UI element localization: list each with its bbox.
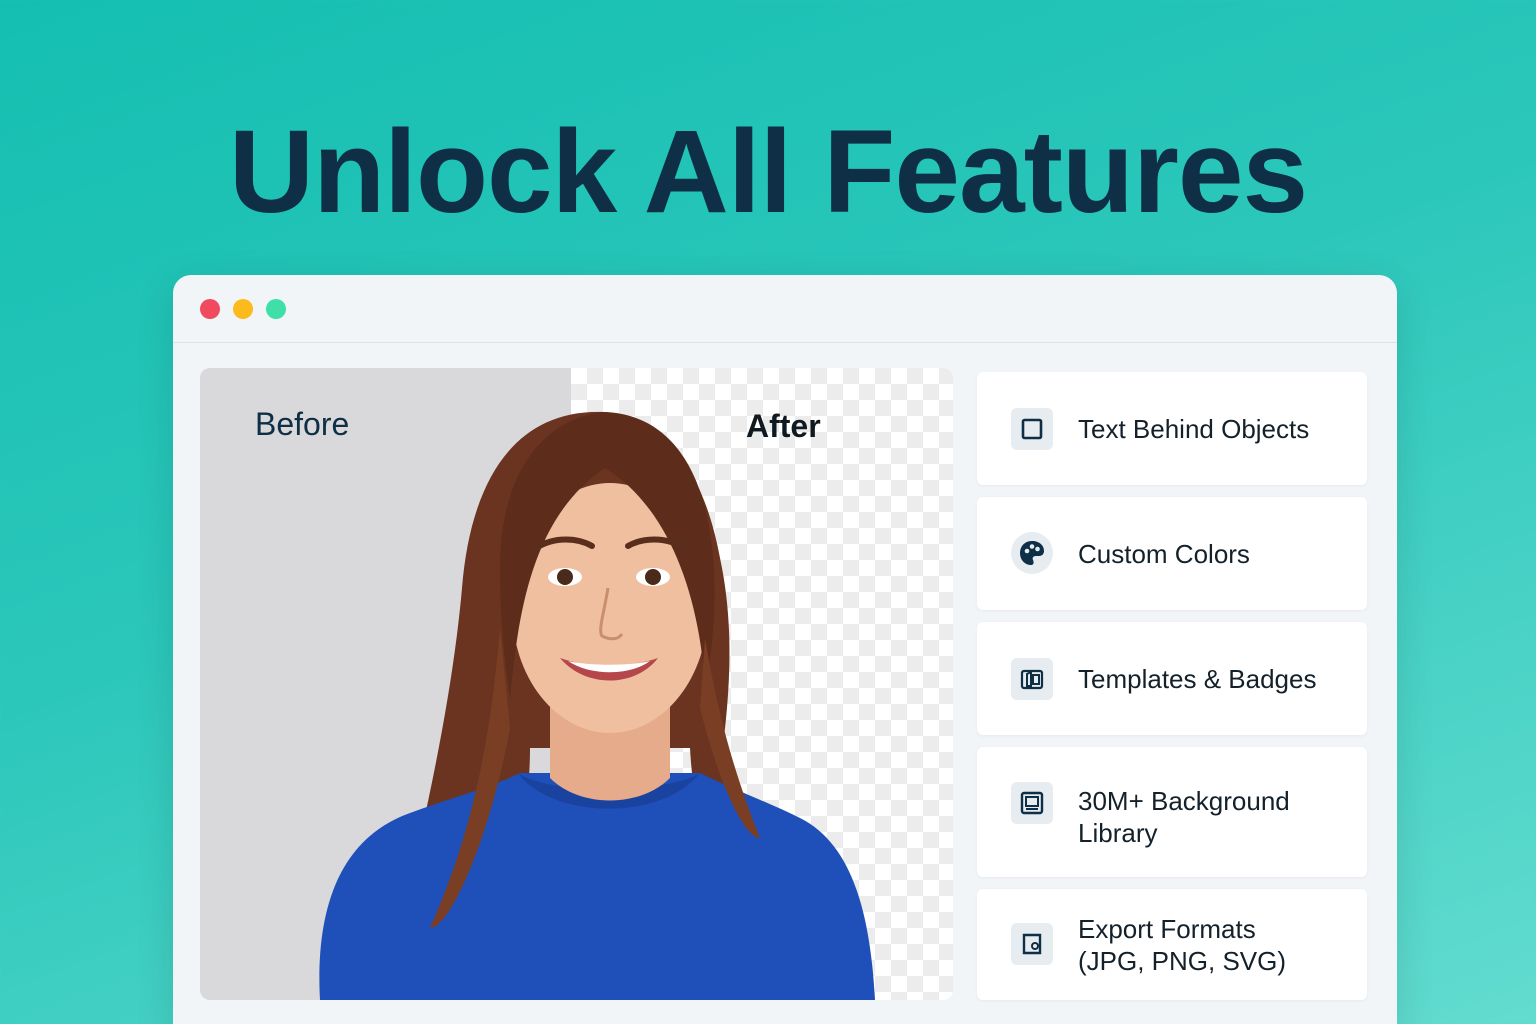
- app-window: Before After Text Behind Objects Custom …: [173, 275, 1397, 1024]
- square-outline-icon: [1011, 408, 1053, 450]
- feature-card-text-behind-objects[interactable]: Text Behind Objects: [977, 372, 1367, 485]
- palette-icon: [1011, 532, 1053, 574]
- template-icon: [1011, 658, 1053, 700]
- feature-label: Text Behind Objects: [1078, 414, 1310, 444]
- after-label: After: [746, 408, 821, 444]
- feature-label: Templates & Badges: [1078, 664, 1317, 694]
- image-frame-icon: [1011, 782, 1053, 824]
- zoom-window-button[interactable]: [266, 298, 286, 319]
- before-label: Before: [255, 406, 350, 442]
- export-file-icon: [1011, 923, 1053, 965]
- feature-card-templates-badges[interactable]: Templates & Badges: [977, 622, 1367, 735]
- feature-card-export-formats[interactable]: Export Formats (JPG, PNG, SVG): [977, 889, 1367, 1000]
- feature-label: Custom Colors: [1078, 539, 1250, 569]
- portrait-image: [319, 411, 875, 1000]
- feature-label: 30M+ Background Library: [1078, 786, 1290, 848]
- close-window-button[interactable]: [200, 298, 220, 319]
- headline: Unlock All Features: [228, 106, 1308, 238]
- minimize-window-button[interactable]: [233, 298, 253, 319]
- before-after-preview[interactable]: Before After: [200, 368, 953, 1000]
- window-titlebar: [173, 275, 1397, 343]
- feature-label: Export Formats (JPG, PNG, SVG): [1078, 914, 1287, 976]
- feature-card-background-library[interactable]: 30M+ Background Library: [977, 747, 1367, 877]
- feature-card-custom-colors[interactable]: Custom Colors: [977, 497, 1367, 610]
